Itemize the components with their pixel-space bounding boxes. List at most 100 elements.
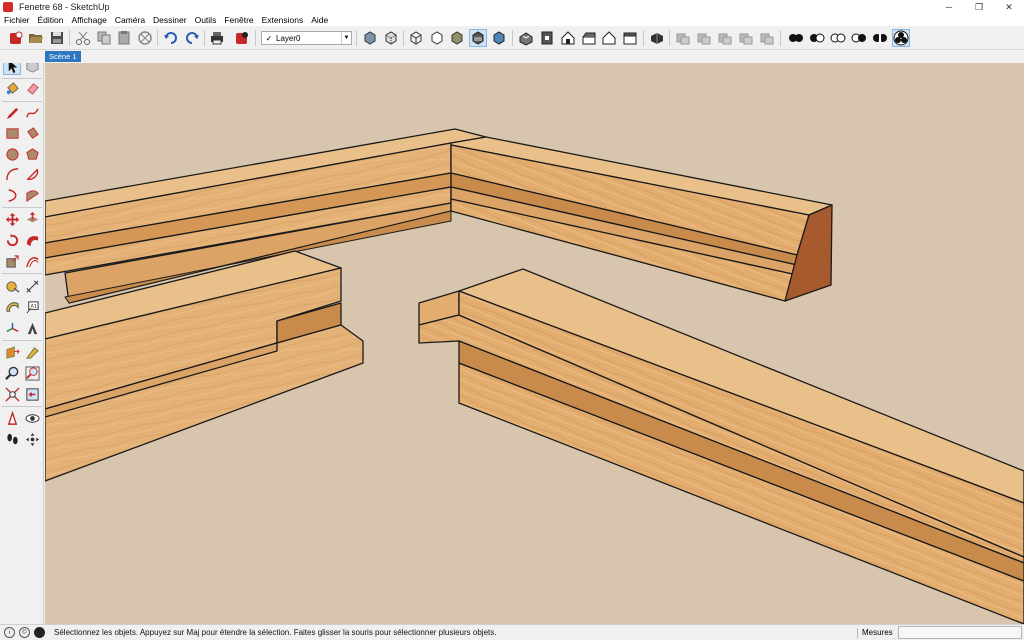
menu-outils[interactable]: Outils <box>191 15 221 25</box>
maximize-button[interactable]: ❐ <box>964 0 994 14</box>
layer-dropdown[interactable]: ✓ Layer0 ▼ <box>261 31 352 45</box>
zoom-extents-icon[interactable] <box>3 385 21 403</box>
menu-extensions[interactable]: Extensions <box>258 15 308 25</box>
sketchup-app-icon <box>3 2 13 12</box>
axes-icon[interactable] <box>3 319 21 337</box>
shadow-toggle-2-icon[interactable] <box>808 29 826 47</box>
credits-icon[interactable]: © <box>19 627 30 638</box>
xray-icon[interactable] <box>361 29 379 47</box>
model-viewport[interactable] <box>45 63 1024 624</box>
model-scene <box>45 128 1024 624</box>
scene-tabs: Scène 1 <box>0 50 1024 63</box>
shadow-toggle-5-icon[interactable] <box>871 29 889 47</box>
walk-icon[interactable] <box>3 430 21 448</box>
undo-icon[interactable] <box>162 29 180 47</box>
window-title: Fenetre 68 - SketchUp <box>19 2 110 12</box>
paint-icon[interactable] <box>23 343 41 361</box>
wireframe-icon[interactable] <box>407 29 425 47</box>
position-camera-icon[interactable] <box>3 409 21 427</box>
menu-aide[interactable]: Aide <box>307 15 332 25</box>
solid-outer-shell-icon[interactable] <box>674 29 692 47</box>
menu-fenetre[interactable]: Fenêtre <box>220 15 257 25</box>
protractor-icon[interactable] <box>3 298 21 316</box>
circle-icon[interactable] <box>3 145 21 163</box>
layer-name: Layer0 <box>276 33 301 43</box>
monochrome-icon[interactable] <box>490 29 508 47</box>
menu-dessiner[interactable]: Dessiner <box>149 15 191 25</box>
status-message: Sélectionnez les objets. Appuyez sur Maj… <box>54 628 497 637</box>
pencil-line-icon[interactable] <box>3 104 21 122</box>
title-bar: Fenetre 68 - SketchUp ─ ❐ ✕ <box>0 0 1024 14</box>
info-icon[interactable]: i <box>4 627 15 638</box>
right-view-icon[interactable] <box>580 29 598 47</box>
model-info-icon[interactable] <box>233 29 251 47</box>
close-button[interactable]: ✕ <box>994 0 1024 14</box>
iso-view-icon[interactable] <box>517 29 535 47</box>
layer-visible-check: ✓ <box>265 33 273 43</box>
menu-fichier[interactable]: Fichier <box>0 15 34 25</box>
move-icon[interactable] <box>3 210 21 228</box>
hidden-line-icon[interactable] <box>428 29 446 47</box>
measures-input[interactable] <box>898 626 1022 639</box>
copy-icon[interactable] <box>95 29 113 47</box>
look-around-icon[interactable] <box>23 409 41 427</box>
minimize-button[interactable]: ─ <box>934 0 964 14</box>
freehand-icon[interactable] <box>23 104 41 122</box>
follow-me-icon[interactable] <box>23 231 41 249</box>
back-view-icon[interactable] <box>600 29 618 47</box>
solid-subtract-icon[interactable] <box>737 29 755 47</box>
orbit-icon[interactable] <box>23 430 41 448</box>
scene-tab-1[interactable]: Scène 1 <box>45 51 81 62</box>
menu-bar: Fichier Édition Affichage Caméra Dessine… <box>0 14 1024 26</box>
top-view-icon[interactable] <box>538 29 556 47</box>
three-point-arc-icon[interactable] <box>23 186 41 204</box>
chevron-down-icon[interactable]: ▼ <box>341 32 351 44</box>
solid-union-icon[interactable] <box>716 29 734 47</box>
shadow-toggle-4-icon[interactable] <box>850 29 868 47</box>
paste-icon[interactable] <box>115 29 133 47</box>
offset-icon[interactable] <box>23 252 41 270</box>
3d-text-icon[interactable] <box>23 319 41 337</box>
scale-icon[interactable] <box>3 252 21 270</box>
previous-view-icon[interactable] <box>23 385 41 403</box>
menu-camera[interactable]: Caméra <box>111 15 149 25</box>
rotate-icon[interactable] <box>3 231 21 249</box>
open-icon[interactable] <box>27 29 45 47</box>
tape-measure-icon[interactable] <box>3 277 21 295</box>
menu-affichage[interactable]: Affichage <box>68 15 111 25</box>
erase-icon[interactable] <box>136 29 154 47</box>
solid-intersect-icon[interactable] <box>695 29 713 47</box>
zoom-icon[interactable] <box>3 364 21 382</box>
shadow-toggle-3-icon[interactable] <box>829 29 847 47</box>
left-view-icon[interactable] <box>621 29 639 47</box>
section-plane-icon[interactable] <box>3 343 21 361</box>
text-icon[interactable]: A1 <box>23 298 41 316</box>
user-account-icon[interactable] <box>34 627 45 638</box>
measures-label: Mesures <box>862 628 893 637</box>
polygon-icon[interactable] <box>23 145 41 163</box>
redo-icon[interactable] <box>183 29 201 47</box>
menu-edition[interactable]: Édition <box>34 15 68 25</box>
shadow-toggle-1-icon[interactable] <box>787 29 805 47</box>
two-point-arc-icon[interactable] <box>3 186 21 204</box>
solid-trim-icon[interactable] <box>758 29 776 47</box>
cut-icon[interactable] <box>74 29 92 47</box>
front-view-icon[interactable] <box>559 29 577 47</box>
save-icon[interactable] <box>48 29 66 47</box>
style-toggle-icon[interactable] <box>892 29 910 47</box>
rectangle-icon[interactable] <box>3 124 21 142</box>
dimension-icon[interactable] <box>23 277 41 295</box>
zoom-window-icon[interactable] <box>23 364 41 382</box>
rotated-rectangle-icon[interactable] <box>23 124 41 142</box>
shaded-icon[interactable] <box>448 29 466 47</box>
paint-bucket-icon[interactable] <box>3 79 21 97</box>
print-icon[interactable] <box>208 29 226 47</box>
shaded-textures-icon[interactable] <box>469 29 487 47</box>
pie-icon[interactable] <box>23 165 41 183</box>
eraser-icon[interactable] <box>23 79 41 97</box>
components-icon[interactable] <box>648 29 666 47</box>
arc-icon[interactable] <box>3 165 21 183</box>
get-started-icon[interactable] <box>7 29 25 47</box>
push-pull-icon[interactable] <box>23 210 41 228</box>
back-edges-icon[interactable] <box>382 29 400 47</box>
